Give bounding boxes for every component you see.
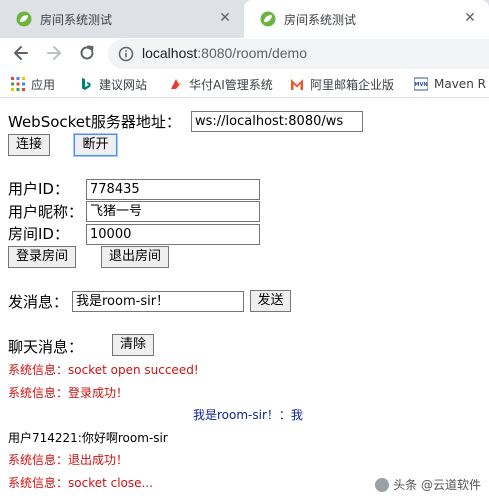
- bookmark-apps[interactable]: 应用: [11, 76, 55, 92]
- browser-toolbar: localhost:8080/room/demo: [0, 38, 489, 69]
- bookmark-alimail[interactable]: 阿里邮箱企业版: [290, 76, 394, 92]
- tab-room-test-1[interactable]: 房间系统测试 ✕: [0, 0, 244, 38]
- tab-strip: 房间系统测试 ✕ 房间系统测试 ✕: [0, 0, 489, 38]
- bookmark-suggested-sites[interactable]: 建议网站: [79, 76, 147, 92]
- apps-grid-icon: [11, 77, 25, 91]
- chat-message: 系统信息：退出成功！: [8, 453, 129, 467]
- ws-address-input[interactable]: ws://localhost:8080/ws: [191, 111, 363, 132]
- back-arrow-icon: [14, 46, 28, 60]
- chat-message: 用户714221:你好啊room-sir: [8, 431, 168, 445]
- nickname-input[interactable]: 飞猪一号: [86, 201, 260, 222]
- nickname-label: 用户昵称：: [8, 203, 84, 221]
- bookmarks-bar: 应用 建议网站 华付AI管理系统 阿里邮箱企业版 MVN Maven R: [0, 70, 489, 98]
- bookmark-label: 建议网站: [99, 77, 148, 92]
- mvn-icon: MVN: [414, 77, 428, 91]
- message-input[interactable]: 我是room-sir！: [72, 291, 244, 312]
- toutiao-logo-icon: [375, 477, 390, 492]
- reload-button[interactable]: [77, 43, 97, 63]
- bookmark-huafu[interactable]: 华付AI管理系统: [169, 76, 273, 92]
- tab-room-test-2[interactable]: 房间系统测试 ✕: [244, 0, 489, 38]
- chat-message: 系统信息：登录成功！: [8, 386, 129, 400]
- login-room-button[interactable]: 登录房间: [8, 246, 76, 268]
- svg-text:MVN: MVN: [414, 82, 427, 88]
- disconnect-button[interactable]: 断开: [74, 134, 117, 156]
- chat-message: 系统信息：socket open succeed!: [8, 363, 199, 377]
- reload-icon: [80, 45, 94, 60]
- clear-button[interactable]: 清除: [112, 334, 154, 356]
- bookmark-label: 阿里邮箱企业版: [310, 77, 395, 92]
- bookmark-label: Maven R: [434, 77, 486, 91]
- bing-icon: [82, 78, 91, 90]
- exit-room-button[interactable]: 退出房间: [101, 246, 169, 268]
- huafu-logo-icon: [171, 79, 181, 89]
- chat-message: 系统信息：socket close...: [8, 476, 153, 490]
- spring-leaf-icon: [16, 11, 32, 27]
- spring-leaf-icon: [260, 11, 276, 27]
- forward-button[interactable]: [44, 43, 64, 63]
- url-text[interactable]: localhost:8080/room/demo: [142, 45, 307, 61]
- watermark: 头条 @云道软件: [375, 476, 481, 493]
- alimail-icon: [291, 79, 303, 90]
- tab-close-icon[interactable]: ✕: [218, 11, 232, 25]
- url-path: :8080/room/demo: [197, 45, 307, 61]
- room-id-input[interactable]: 10000: [86, 224, 260, 245]
- url-host: localhost: [142, 45, 198, 61]
- room-id-label: 房间ID：: [8, 225, 69, 243]
- chat-message: 我是room-sir！：我: [193, 408, 303, 422]
- send-button[interactable]: 发送: [250, 290, 291, 312]
- user-id-label: 用户ID：: [8, 180, 69, 198]
- info-icon[interactable]: [118, 46, 134, 62]
- ws-address-label: WebSocket服务器地址：: [8, 113, 181, 131]
- address-bar[interactable]: localhost:8080/room/demo: [108, 39, 489, 69]
- tab-title: 房间系统测试: [40, 12, 113, 27]
- bookmark-label: 华付AI管理系统: [189, 77, 273, 92]
- back-button[interactable]: [11, 43, 31, 63]
- forward-arrow-icon: [47, 46, 61, 60]
- chat-messages-label: 聊天消息：: [8, 338, 84, 356]
- watermark-text: 头条 @云道软件: [393, 478, 481, 492]
- page-content: WebSocket服务器地址： ws://localhost:8080/ws 连…: [0, 99, 489, 503]
- bookmark-label: 应用: [31, 77, 56, 92]
- send-message-label: 发消息：: [8, 293, 69, 311]
- tab-close-icon[interactable]: ✕: [463, 11, 477, 25]
- tab-title: 房间系统测试: [284, 12, 357, 27]
- connect-button[interactable]: 连接: [8, 134, 50, 156]
- user-id-input[interactable]: 778435: [86, 179, 260, 200]
- bookmark-maven[interactable]: MVN Maven R: [414, 76, 486, 92]
